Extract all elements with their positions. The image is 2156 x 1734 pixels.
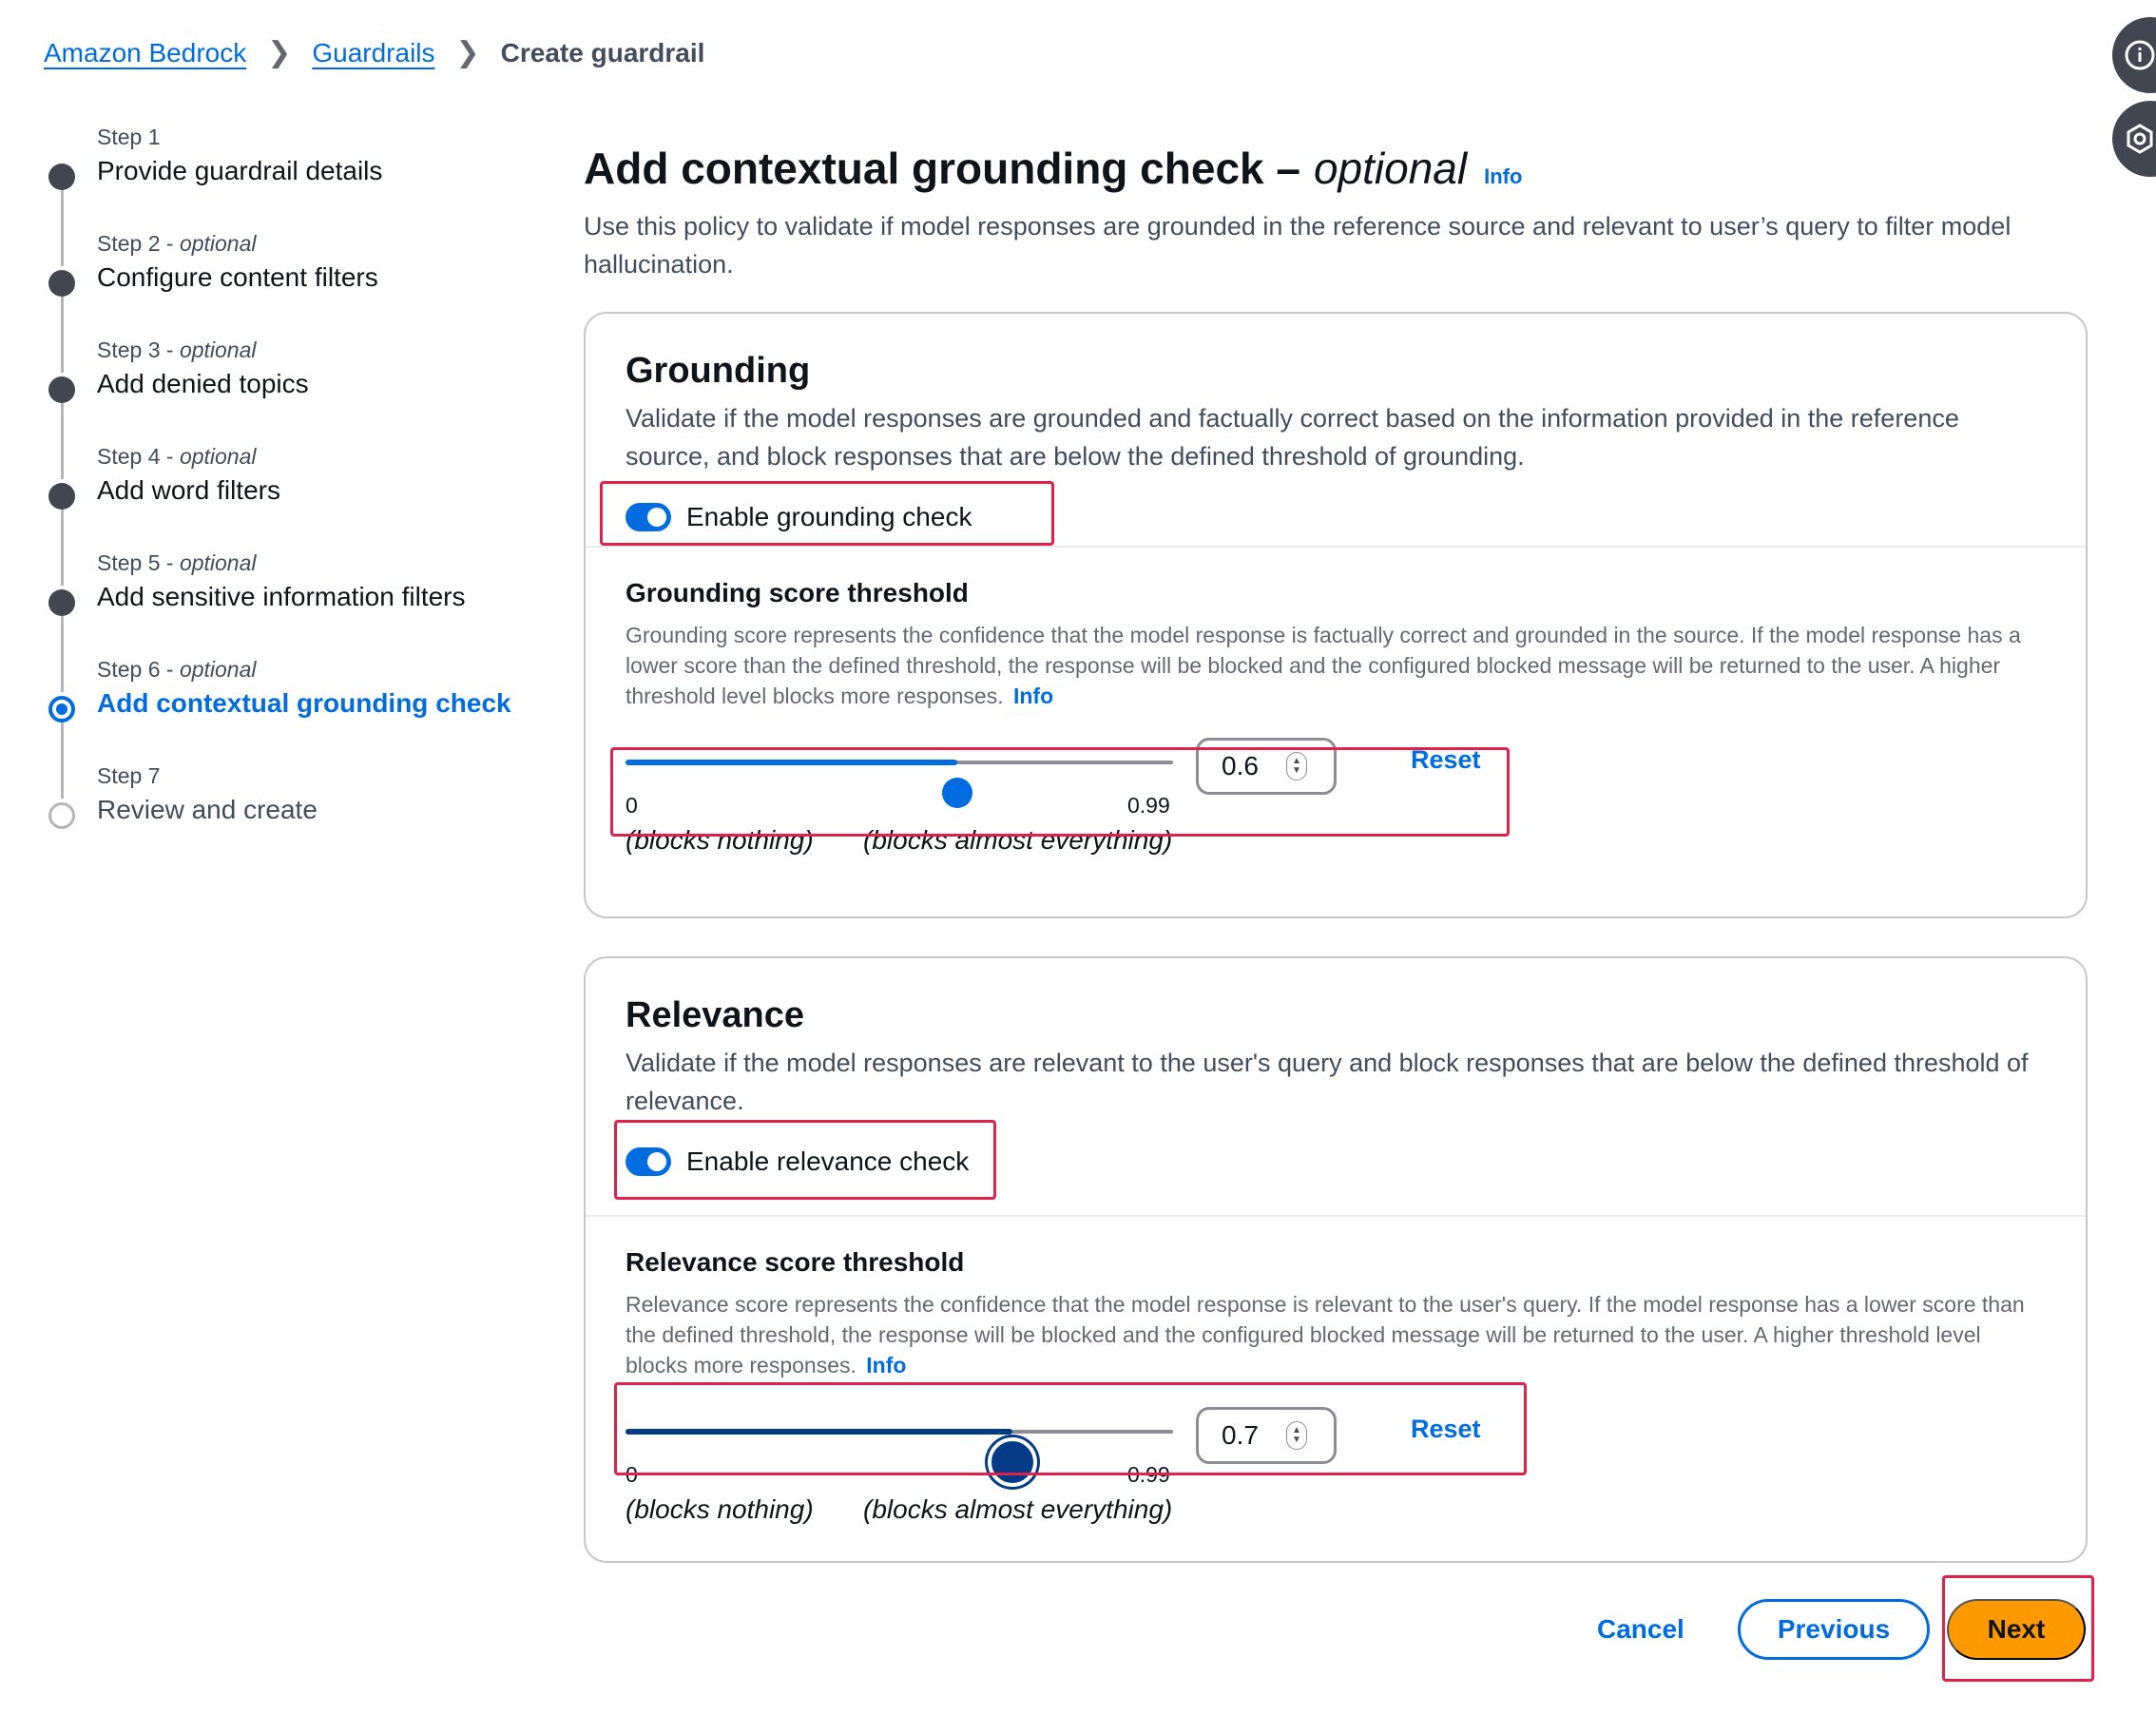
wizard-step-7: Step 7 Review and create (44, 761, 538, 867)
next-button[interactable]: Next (1947, 1599, 2086, 1660)
step-title: Add contextual grounding check (97, 688, 511, 718)
highlight-relevance-slider (614, 1382, 1527, 1475)
grounding-info-link[interactable]: Info (1013, 684, 1053, 708)
relevance-threshold-description-text: Relevance score represents the confidenc… (626, 1292, 2025, 1378)
step-status-dot (48, 589, 75, 616)
info-icon (2125, 40, 2155, 70)
step-number: Step 6 - (97, 657, 180, 682)
page-title-optional: optional (1313, 144, 1468, 193)
step-title[interactable]: Add word filters (97, 472, 538, 510)
grounding-threshold-description: Grounding score represents the confidenc… (626, 620, 2048, 711)
page-description: Use this policy to validate if model res… (584, 212, 2012, 279)
grounding-title: Grounding (626, 351, 811, 391)
cancel-button[interactable]: Cancel (1597, 1614, 1684, 1645)
step-title[interactable]: Add denied topics (97, 365, 538, 403)
relevance-info-link[interactable]: Info (866, 1353, 906, 1378)
step-title[interactable]: Add sensitive information filters (97, 578, 538, 616)
step-optional-tag: optional (179, 231, 257, 256)
breadcrumb: Amazon Bedrock ❯ Guardrails ❯ Create gua… (44, 36, 704, 69)
wizard-step-1[interactable]: Step 1 Provide guardrail details (44, 122, 538, 266)
relevance-threshold-label: Relevance score threshold (626, 1247, 965, 1277)
breadcrumb-guardrails-link[interactable]: Guardrails (312, 38, 434, 68)
step-number: Step 3 - (97, 337, 180, 362)
grounding-description: Validate if the model responses are grou… (626, 404, 1959, 471)
step-title: Review and create (97, 795, 318, 824)
step-number: Step 4 - (97, 444, 180, 469)
step-optional-tag: optional (179, 444, 257, 469)
wizard-step-6[interactable]: Step 6 - optional Add contextual groundi… (44, 654, 538, 799)
chevron-right-icon: ❯ (455, 37, 480, 68)
highlight-grounding-slider (610, 747, 1510, 837)
breadcrumb-current: Create guardrail (500, 37, 705, 67)
relevance-threshold-description: Relevance score represents the confidenc… (626, 1289, 2048, 1380)
step-number: Step 2 - (97, 231, 180, 256)
relevance-title: Relevance (626, 995, 805, 1035)
highlight-grounding-toggle (600, 481, 1054, 546)
relevance-high-label: (blocks almost everything) (863, 1494, 1173, 1524)
wizard-step-3[interactable]: Step 3 - optional Add denied topics (44, 335, 538, 479)
step-status-dot (48, 483, 75, 510)
relevance-low-label: (blocks nothing) (626, 1494, 814, 1524)
wizard-step-5[interactable]: Step 5 - optional Add sensitive informat… (44, 548, 538, 692)
step-title[interactable]: Configure content filters (97, 259, 538, 297)
step-title[interactable]: Provide guardrail details (97, 152, 538, 190)
info-panel-button[interactable] (2112, 17, 2156, 93)
wizard-step-2[interactable]: Step 2 - optional Configure content filt… (44, 228, 538, 373)
previous-button[interactable]: Previous (1738, 1599, 1930, 1660)
page-title-text: Add contextual grounding check – (584, 144, 1300, 193)
page-title: Add contextual grounding check – optiona… (584, 143, 1522, 194)
grounding-threshold-description-text: Grounding score represents the confidenc… (626, 623, 2021, 708)
relevance-description: Validate if the model responses are rele… (626, 1049, 2029, 1115)
page-info-link[interactable]: Info (1484, 164, 1522, 189)
relevance-scale-labels: (blocks nothing) (blocks almost everythi… (626, 1494, 2048, 1525)
chevron-right-icon: ❯ (267, 37, 292, 68)
step-status-dot (48, 696, 75, 722)
step-status-dot (48, 376, 75, 403)
step-number: Step 5 - (97, 550, 180, 575)
step-status-dot (48, 164, 75, 190)
grounding-threshold-label: Grounding score threshold (626, 578, 969, 607)
step-number: Step 7 (97, 763, 161, 788)
highlight-relevance-toggle (614, 1120, 996, 1200)
step-optional-tag: optional (179, 550, 257, 575)
wizard-navigation: Step 1 Provide guardrail details Step 2 … (44, 122, 538, 867)
step-status-dot (48, 270, 75, 297)
step-optional-tag: optional (179, 337, 257, 362)
step-number: Step 1 (97, 125, 161, 149)
breadcrumb-amazon-bedrock-link[interactable]: Amazon Bedrock (44, 38, 246, 68)
step-status-dot (48, 802, 75, 829)
hex-icon (2127, 124, 2153, 154)
feedback-panel-button[interactable] (2112, 101, 2156, 177)
step-optional-tag: optional (179, 657, 257, 682)
wizard-step-4[interactable]: Step 4 - optional Add word filters (44, 441, 538, 586)
